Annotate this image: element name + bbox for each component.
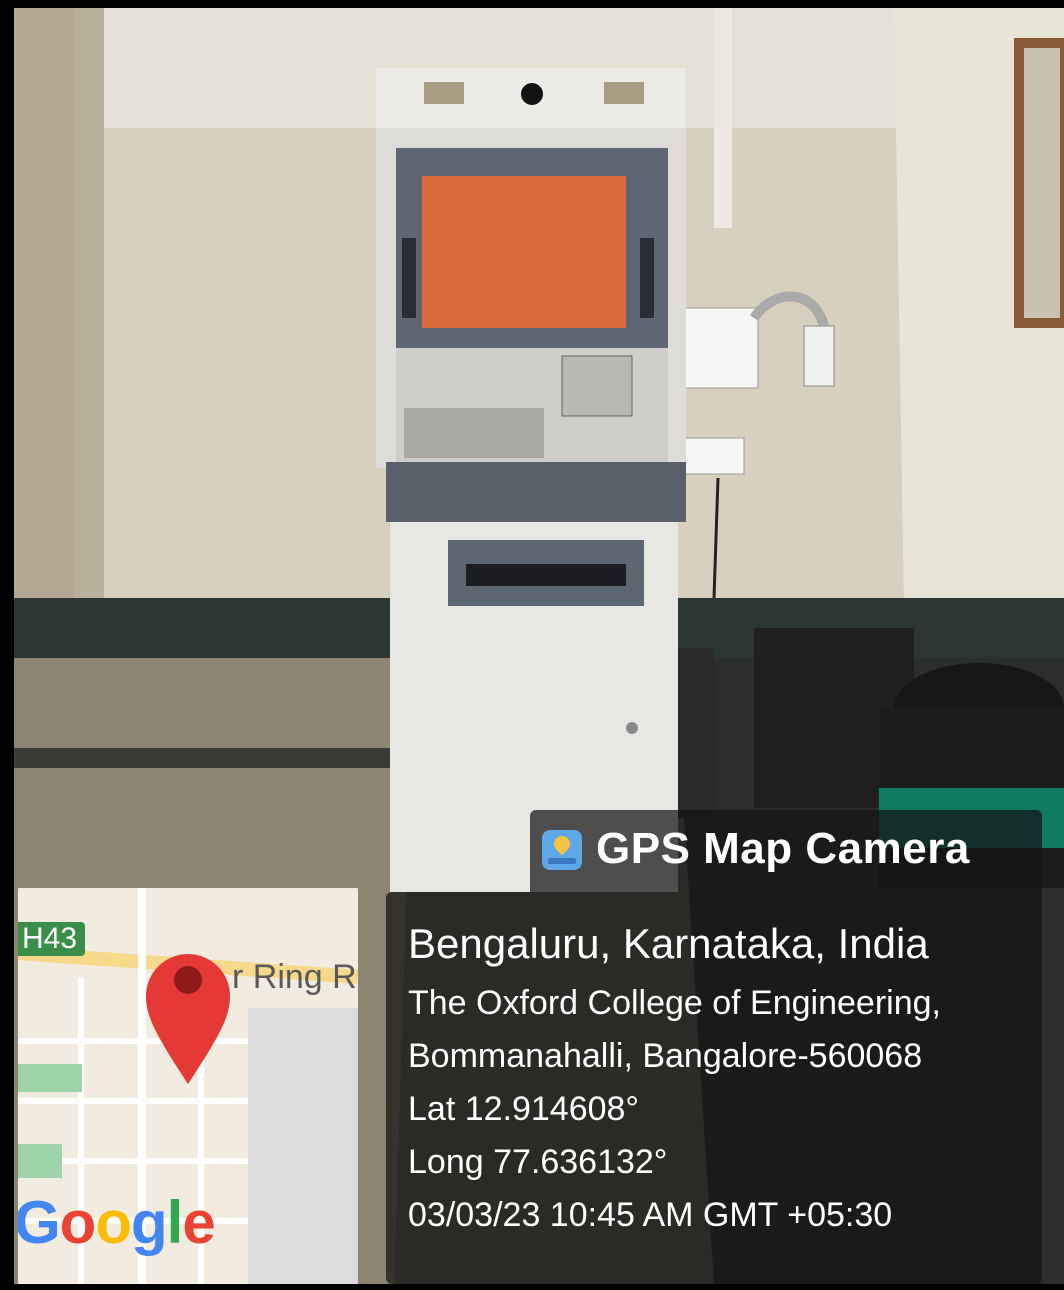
road-label: r Ring R	[232, 958, 357, 996]
datetime: 03/03/23 10:45 AM GMT +05:30	[408, 1196, 893, 1234]
longitude: Long 77.636132°	[408, 1143, 668, 1181]
latitude: Lat 12.914608°	[408, 1090, 640, 1128]
address-line-2: Bommanahalli, Bangalore-560068	[408, 1037, 923, 1075]
google-logo: Google	[18, 1189, 216, 1256]
gps-camera-header: GPS Map Camera	[530, 810, 1042, 892]
gps-camera-app-icon	[542, 830, 582, 870]
location-info-panel: Bengaluru, Karnataka, India The Oxford C…	[386, 892, 1042, 1284]
highway-label: H43	[18, 922, 86, 956]
mini-map: H43 r Ring R Google	[18, 888, 358, 1284]
address-line-1: The Oxford College of Engineering,	[408, 984, 941, 1022]
app-name: GPS Map Camera	[596, 824, 970, 873]
location-title: Bengaluru, Karnataka, India	[408, 920, 929, 967]
photo-frame: H43 r Ring R Google GPS Map Camera Benga…	[0, 0, 1064, 1290]
